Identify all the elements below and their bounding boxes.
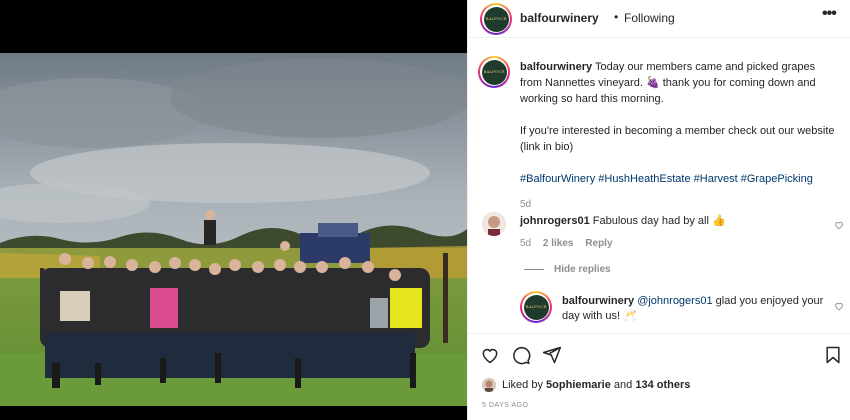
liked-by-row: Liked by 5ophiemarie and 134 others bbox=[482, 376, 690, 394]
heart-icon[interactable] bbox=[480, 345, 500, 365]
username-link[interactable]: balfourwinery bbox=[520, 11, 599, 25]
vineyard-group-photo bbox=[0, 53, 467, 406]
bookmark-icon[interactable] bbox=[823, 345, 843, 365]
post-side-panel: BALFOUR balfourwinery • Following ••• BA… bbox=[467, 0, 850, 420]
thumbs-up-emoji-icon: 👍 bbox=[712, 215, 726, 227]
commenter-avatar[interactable] bbox=[482, 212, 506, 236]
post-header: BALFOUR balfourwinery • Following ••• bbox=[468, 0, 850, 38]
comment-likes[interactable]: 2 likes bbox=[543, 238, 574, 249]
replies-divider bbox=[524, 269, 544, 270]
separator-dot: • bbox=[614, 10, 619, 24]
reply-mention[interactable]: @johnrogers01 bbox=[637, 295, 712, 307]
liked-by-count[interactable]: 134 others bbox=[635, 379, 690, 391]
comment-meta: 5d 2 likes Reply bbox=[520, 238, 622, 249]
clinking-glasses-emoji-icon: 🥂 bbox=[623, 310, 637, 322]
profile-avatar[interactable]: BALFOUR bbox=[480, 3, 512, 35]
caption-text: balfourwinery Today our members came and… bbox=[520, 59, 836, 213]
liked-by-user[interactable]: 5ophiemarie bbox=[546, 379, 611, 391]
comment-username[interactable]: johnrogers01 bbox=[520, 215, 590, 227]
caption-avatar[interactable]: BALFOUR bbox=[478, 56, 510, 88]
following-button[interactable]: Following bbox=[624, 11, 675, 25]
comment-time[interactable]: 5d bbox=[520, 238, 531, 249]
more-options-icon[interactable]: ••• bbox=[822, 5, 837, 23]
reply-like-heart-icon[interactable] bbox=[834, 301, 844, 311]
winery-logo: BALFOUR bbox=[481, 59, 507, 85]
reply-avatar[interactable]: BALFOUR bbox=[520, 291, 552, 323]
photo-pane bbox=[0, 0, 467, 420]
share-icon[interactable] bbox=[542, 345, 562, 365]
caption-time[interactable]: 5d bbox=[520, 197, 836, 213]
post-photo[interactable] bbox=[0, 53, 467, 406]
comment-reply-button[interactable]: Reply bbox=[585, 238, 612, 249]
comment-body: Fabulous day had by all bbox=[592, 215, 709, 227]
winery-logo: BALFOUR bbox=[483, 6, 509, 32]
liker-avatar[interactable] bbox=[482, 378, 496, 392]
caption-line2: If you're interested in becoming a membe… bbox=[520, 125, 835, 153]
liked-by-middle: and bbox=[613, 379, 633, 391]
actions-divider bbox=[468, 333, 850, 334]
instagram-post-view: BALFOUR balfourwinery • Following ••• BA… bbox=[0, 0, 850, 420]
post-timestamp[interactable]: 5 DAYS AGO bbox=[482, 402, 529, 409]
reply-text: balfourwinery @johnrogers01 glad you enj… bbox=[562, 294, 824, 324]
winery-logo: BALFOUR bbox=[523, 294, 549, 320]
caption-hashtags[interactable]: #BalfourWinery #HushHeathEstate #Harvest… bbox=[520, 171, 836, 187]
comment-like-heart-icon[interactable] bbox=[834, 220, 844, 230]
caption-username[interactable]: balfourwinery bbox=[520, 61, 592, 73]
reply-username[interactable]: balfourwinery bbox=[562, 295, 634, 307]
liked-by-prefix: Liked by bbox=[502, 379, 543, 391]
comment-icon[interactable] bbox=[511, 345, 531, 365]
hide-replies-button[interactable]: Hide replies bbox=[554, 264, 611, 275]
grapes-emoji-icon: 🍇 bbox=[645, 77, 660, 89]
comment-text: johnrogers01 Fabulous day had by all 👍 bbox=[520, 214, 820, 228]
